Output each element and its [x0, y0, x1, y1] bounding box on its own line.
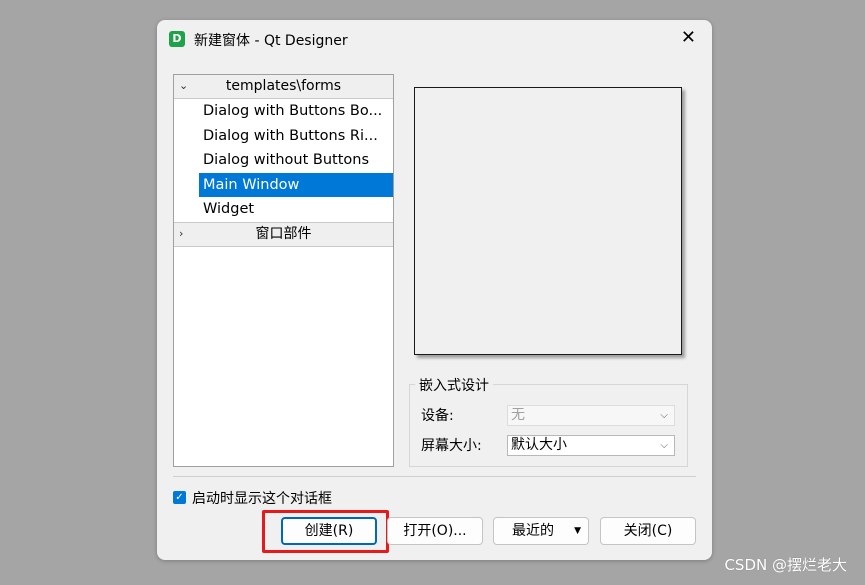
show-on-startup-checkbox[interactable]: ✓ [173, 491, 186, 504]
tree-item-dialog-buttons-right[interactable]: Dialog with Buttons Ri... [199, 124, 393, 149]
create-button[interactable]: 创建(R) [281, 517, 377, 545]
tree-category-widgets[interactable]: › 窗口部件 [174, 221, 393, 247]
title-bar: D 新建窗体 - Qt Designer ✕ [157, 20, 712, 60]
tree-item-main-window[interactable]: Main Window [199, 172, 393, 197]
new-form-dialog: D 新建窗体 - Qt Designer ✕ ⌄ templates\forms… [157, 20, 712, 560]
collapse-arrow-icon[interactable]: › [179, 223, 183, 245]
show-on-startup-label[interactable]: 启动时显示这个对话框 [192, 488, 332, 508]
dropdown-arrow-icon[interactable]: ▼ [574, 518, 581, 544]
chevron-down-icon: ⌵ [660, 410, 668, 421]
embedded-design-title: 嵌入式设计 [415, 375, 493, 395]
tree-category-label: templates\forms [225, 78, 342, 94]
close-window-icon[interactable]: ✕ [681, 28, 696, 48]
screen-size-combobox[interactable]: 默认大小 ⌵ [507, 435, 675, 456]
tree-item-dialog-without-buttons[interactable]: Dialog without Buttons [199, 148, 393, 173]
templates-tree[interactable]: ⌄ templates\forms Dialog with Buttons Bo… [173, 74, 394, 467]
device-combobox: 无 ⌵ [507, 405, 675, 426]
csdn-watermark: CSDN @摆烂老大 [724, 556, 847, 574]
form-preview [414, 87, 682, 355]
device-combobox-value: 无 [511, 407, 525, 423]
tree-category-label: 窗口部件 [255, 225, 312, 242]
tree-item-widget[interactable]: Widget [199, 197, 393, 222]
tree-category-templates-forms[interactable]: ⌄ templates\forms [174, 75, 393, 99]
screen-size-label: 屏幕大小: [421, 438, 482, 454]
device-label: 设备: [421, 408, 454, 424]
window-title: 新建窗体 - Qt Designer [194, 33, 348, 49]
recent-button-label: 最近的 [512, 523, 554, 539]
divider [173, 476, 696, 477]
recent-button[interactable]: 最近的 ▼ [493, 517, 589, 545]
tree-item-dialog-buttons-bottom[interactable]: Dialog with Buttons Bo... [199, 99, 393, 124]
expand-arrow-icon[interactable]: ⌄ [179, 75, 188, 97]
open-button[interactable]: 打开(O)... [387, 517, 483, 545]
chevron-down-icon: ⌵ [660, 440, 668, 451]
screen-size-combobox-value: 默认大小 [511, 437, 567, 453]
qt-designer-app-icon: D [169, 31, 185, 47]
close-button[interactable]: 关闭(C) [600, 517, 696, 545]
